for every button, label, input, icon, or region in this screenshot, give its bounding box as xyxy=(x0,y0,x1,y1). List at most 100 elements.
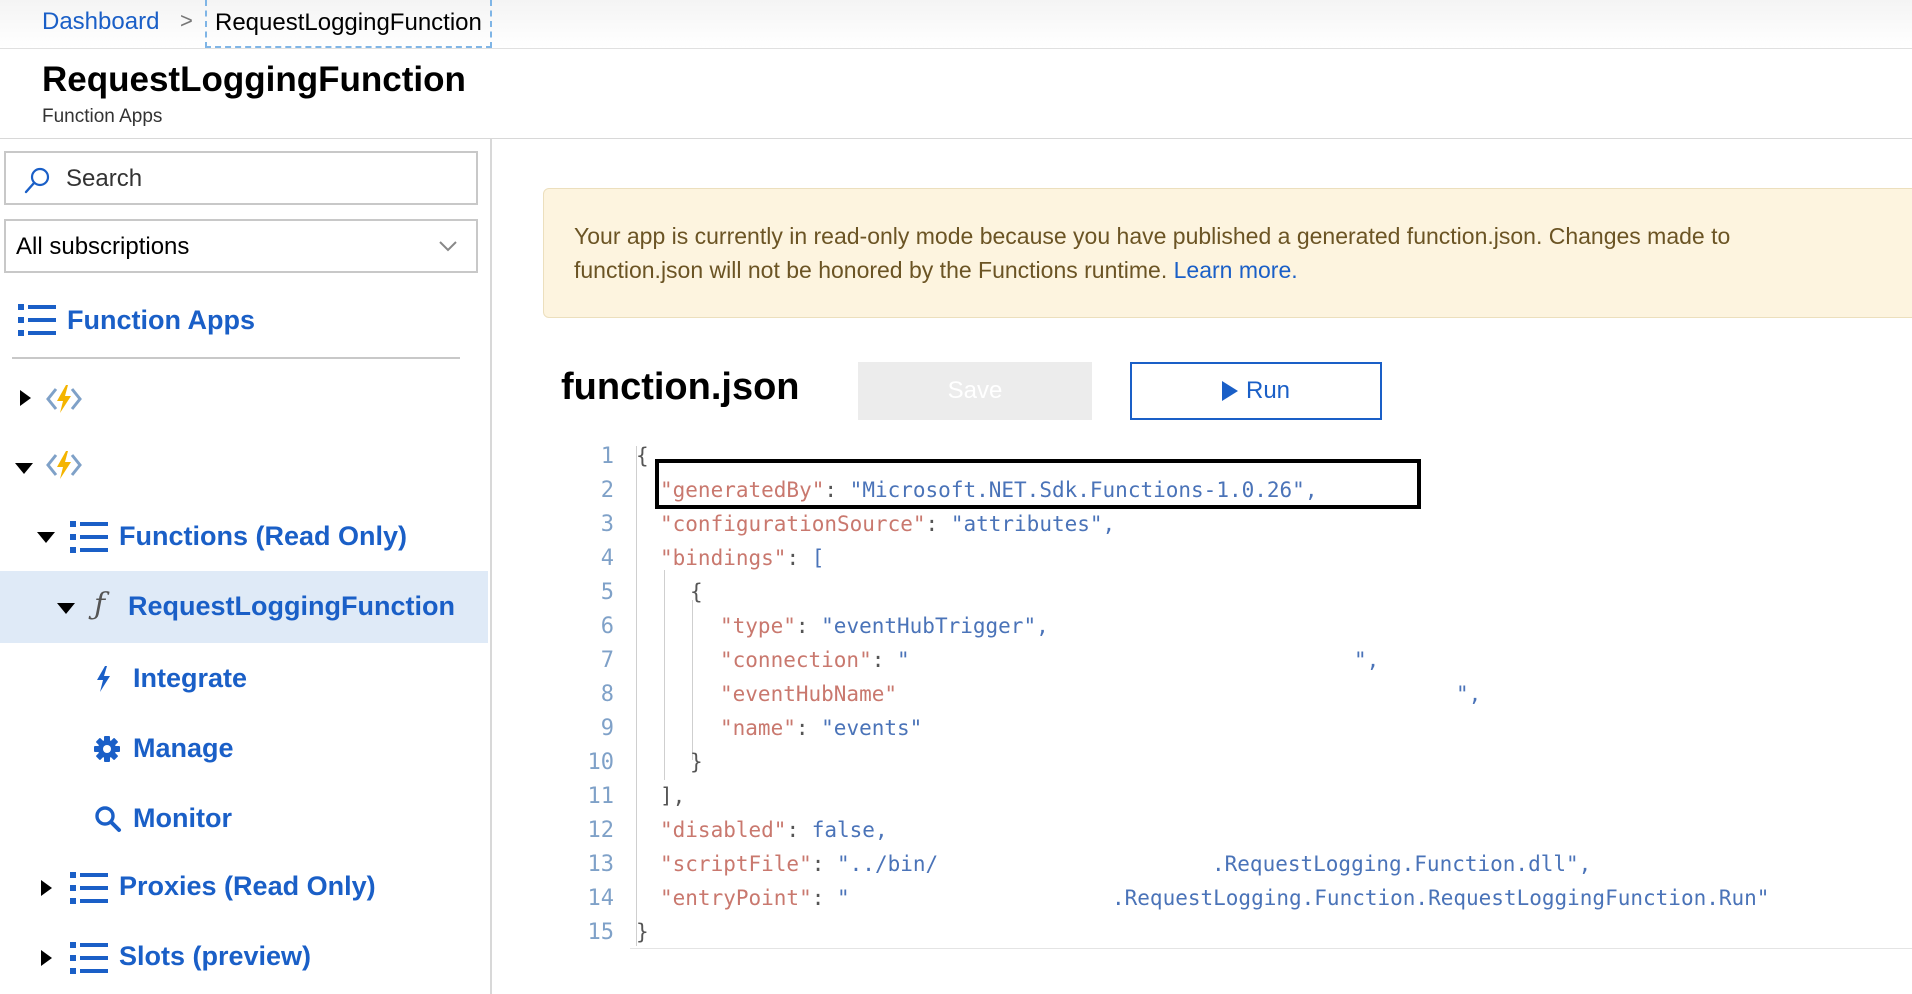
list-icon xyxy=(70,521,108,553)
code-text: ], xyxy=(660,784,686,808)
play-icon xyxy=(1221,381,1238,401)
function-app-icon xyxy=(46,385,82,413)
code-text: } xyxy=(636,920,649,944)
sidebar-item-functions[interactable]: Functions (Read Only) xyxy=(0,505,488,569)
breadcrumb-current[interactable]: RequestLoggingFunction xyxy=(205,0,492,48)
sidebar: All subscriptions Function Apps xyxy=(0,139,492,994)
line-number: 4 xyxy=(600,546,614,571)
line-number: 8 xyxy=(600,682,614,707)
code-line: 14 "entryPoint": " .RequestLogging.Funct… xyxy=(560,882,1912,916)
code-text: "disabled": false, xyxy=(660,818,888,842)
sidebar-item-manage[interactable]: Manage xyxy=(0,717,488,781)
sidebar-item-function-app[interactable] xyxy=(0,367,488,431)
code-line: 9 "name": "events" xyxy=(560,712,1912,746)
sidebar-item-function-apps[interactable]: Function Apps xyxy=(0,289,488,353)
sidebar-item-label: Function Apps xyxy=(67,305,255,335)
code-text: { xyxy=(690,580,703,604)
line-number: 15 xyxy=(587,920,615,945)
code-line: 7 "connection": " ", xyxy=(560,644,1912,678)
line-number: 12 xyxy=(587,818,615,843)
code-text: "name": "events" xyxy=(720,716,923,740)
highlight-box xyxy=(655,459,1421,509)
code-text: } xyxy=(690,750,703,774)
line-number: 2 xyxy=(600,478,614,503)
line-number: 14 xyxy=(587,886,615,911)
banner-message: Your app is currently in read-only mode … xyxy=(574,223,1731,283)
sidebar-item-slots[interactable]: Slots (preview) xyxy=(0,925,488,989)
sidebar-item-integrate[interactable]: Integrate xyxy=(0,647,488,711)
line-number: 5 xyxy=(600,580,614,605)
sidebar-item-label: Slots (preview) xyxy=(119,941,312,971)
function-icon: ƒ xyxy=(94,587,106,622)
sidebar-item-monitor[interactable]: Monitor xyxy=(0,787,488,851)
read-only-warning-banner: Your app is currently in read-only mode … xyxy=(543,188,1912,318)
run-button-label: Run xyxy=(1245,377,1291,404)
line-number: 3 xyxy=(600,512,614,537)
gear-icon xyxy=(94,736,120,762)
sidebar-item-label: Functions (Read Only) xyxy=(119,521,408,551)
chevron-down-icon xyxy=(439,241,457,252)
expand-arrow-icon[interactable] xyxy=(39,879,53,897)
code-line: 5 { xyxy=(560,576,1912,610)
code-text: "entryPoint": " xyxy=(660,886,850,910)
code-editor[interactable]: 1 { 2 "generatedBy": "Microsoft.NET.Sdk.… xyxy=(560,440,1912,960)
code-text: ", xyxy=(1456,682,1482,706)
subscription-select[interactable]: All subscriptions xyxy=(4,219,478,273)
editor-bottom-border xyxy=(630,948,1912,949)
line-number: 9 xyxy=(600,716,614,741)
sidebar-item-label: Proxies (Read Only) xyxy=(119,871,376,901)
breadcrumb-bar: Dashboard > RequestLoggingFunction xyxy=(0,0,1912,49)
banner-text: Your app is currently in read-only mode … xyxy=(574,219,1824,287)
line-number: 6 xyxy=(600,614,614,639)
code-text: "bindings": [ xyxy=(660,546,825,570)
save-button[interactable]: Save xyxy=(858,362,1092,420)
line-number: 7 xyxy=(600,648,614,673)
function-app-icon xyxy=(46,451,82,479)
sidebar-item-proxies[interactable]: Proxies (Read Only) xyxy=(0,855,488,919)
breadcrumb-dashboard-link[interactable]: Dashboard xyxy=(42,8,159,36)
search-box[interactable] xyxy=(4,151,478,205)
sidebar-item-label: Monitor xyxy=(133,803,232,833)
expand-arrow-icon[interactable] xyxy=(18,389,32,407)
code-text: ", xyxy=(1354,648,1380,672)
subscription-select-value: All subscriptions xyxy=(16,233,190,260)
code-line: 6 "type": "eventHubTrigger", xyxy=(560,610,1912,644)
line-number: 13 xyxy=(587,852,615,877)
list-icon xyxy=(70,942,108,974)
code-text: { xyxy=(636,444,649,468)
collapse-arrow-icon[interactable] xyxy=(14,461,34,475)
code-text: .RequestLogging.Function.dll", xyxy=(1212,852,1592,876)
run-button[interactable]: Run xyxy=(1130,362,1382,420)
line-number: 11 xyxy=(587,784,615,809)
code-line: 15 } xyxy=(560,916,1912,950)
page-subtitle: Function Apps xyxy=(42,106,163,127)
list-icon xyxy=(70,872,108,904)
sidebar-item-request-logging-function[interactable]: ƒ RequestLoggingFunction xyxy=(0,571,488,643)
file-name-heading: function.json xyxy=(561,366,800,408)
line-number: 10 xyxy=(587,750,615,775)
code-text: "type": "eventHubTrigger", xyxy=(720,614,1049,638)
code-line: 12 "disabled": false, xyxy=(560,814,1912,848)
line-number: 1 xyxy=(600,444,614,469)
collapse-arrow-icon[interactable] xyxy=(36,530,56,544)
list-icon xyxy=(18,304,56,336)
code-line: 3 "configurationSource": "attributes", xyxy=(560,508,1912,542)
collapse-arrow-icon[interactable] xyxy=(56,601,76,615)
sidebar-item-label: Integrate xyxy=(133,663,248,693)
learn-more-link[interactable]: Learn more. xyxy=(1174,257,1298,283)
code-line: 13 "scriptFile": "../bin/ .RequestLoggin… xyxy=(560,848,1912,882)
search-input[interactable] xyxy=(64,163,458,195)
search-icon xyxy=(24,167,50,194)
sidebar-item-label: RequestLoggingFunction xyxy=(128,591,455,621)
expand-arrow-icon[interactable] xyxy=(39,949,53,967)
code-text: "eventHubName" xyxy=(720,682,898,706)
code-text: "configurationSource": "attributes", xyxy=(660,512,1116,536)
code-line: 11 ], xyxy=(560,780,1912,814)
sidebar-divider xyxy=(12,357,460,359)
code-line: 4 "bindings": [ xyxy=(560,542,1912,576)
breadcrumb-separator-icon: > xyxy=(180,8,193,33)
code-text: "scriptFile": "../bin/ xyxy=(660,852,939,876)
page-title: RequestLoggingFunction xyxy=(42,60,466,99)
lightning-icon xyxy=(97,666,110,692)
sidebar-item-function-app-expanded[interactable] xyxy=(0,437,488,501)
